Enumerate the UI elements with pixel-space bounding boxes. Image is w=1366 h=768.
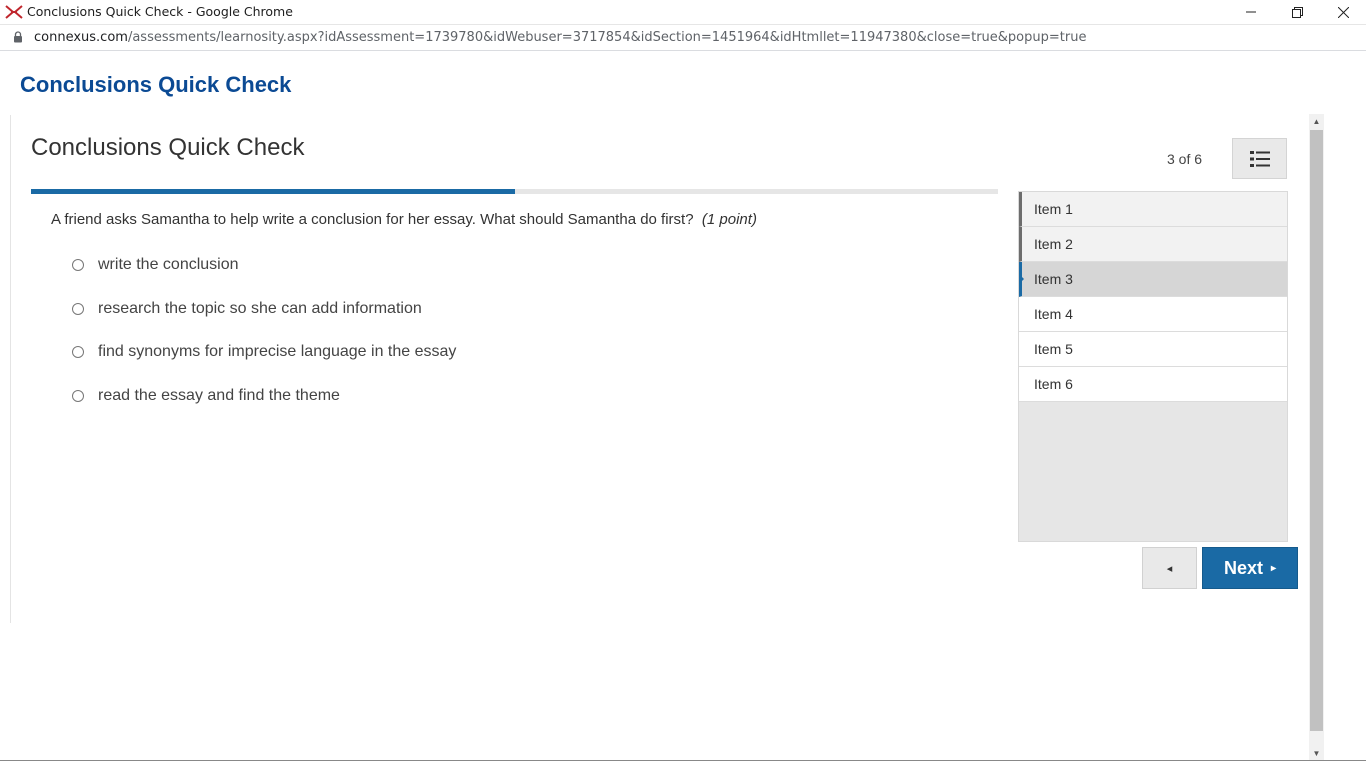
scroll-up-icon[interactable]: ▲ bbox=[1309, 114, 1324, 129]
page-heading: Conclusions Quick Check bbox=[20, 72, 292, 97]
item-label: Item 2 bbox=[1034, 236, 1073, 252]
item-label: Item 3 bbox=[1034, 271, 1073, 287]
radio-button[interactable] bbox=[72, 389, 84, 402]
answer-option-label: write the conclusion bbox=[98, 256, 239, 273]
next-button[interactable]: Next ▸ bbox=[1202, 547, 1298, 589]
current-item-pointer-icon bbox=[1019, 274, 1024, 284]
lock-icon bbox=[14, 31, 22, 43]
url-path: /assessments/learnosity.aspx?idAssessmen… bbox=[127, 30, 1087, 45]
answer-options: write the conclusion research the topic … bbox=[72, 252, 456, 426]
radio-button[interactable] bbox=[72, 259, 84, 271]
answer-option[interactable]: research the topic so she can add inform… bbox=[72, 296, 456, 340]
item-list-entry-2[interactable]: Item 2 bbox=[1019, 227, 1287, 262]
close-window-button[interactable] bbox=[1320, 0, 1366, 24]
item-label: Item 1 bbox=[1034, 201, 1073, 217]
previous-arrow-icon: ◂ bbox=[1166, 562, 1173, 575]
minimize-button[interactable] bbox=[1228, 0, 1274, 24]
radio-button[interactable] bbox=[72, 302, 84, 315]
item-menu-toggle-button[interactable] bbox=[1232, 138, 1287, 179]
restore-icon bbox=[1291, 6, 1303, 18]
radio-button[interactable] bbox=[72, 346, 84, 358]
answer-option[interactable]: write the conclusion bbox=[72, 252, 456, 296]
progress-bar bbox=[31, 189, 998, 194]
url-text[interactable]: connexus.com/assessments/learnosity.aspx… bbox=[34, 30, 1086, 45]
answer-option-label: research the topic so she can add inform… bbox=[98, 299, 422, 317]
progress-fill bbox=[31, 189, 515, 194]
question-text: A friend asks Samantha to help write a c… bbox=[51, 211, 757, 228]
close-icon bbox=[1337, 6, 1349, 18]
question-stem: A friend asks Samantha to help write a c… bbox=[51, 211, 694, 228]
scroll-down-icon[interactable]: ▼ bbox=[1309, 746, 1324, 761]
item-list: Item 1 Item 2 Item 3 Item 4 Item 5 Item … bbox=[1018, 191, 1288, 542]
item-label: Item 6 bbox=[1034, 376, 1073, 392]
item-list-entry-5[interactable]: Item 5 bbox=[1019, 332, 1287, 367]
next-arrow-icon: ▸ bbox=[1270, 562, 1277, 574]
item-list-entry-1[interactable]: Item 1 bbox=[1019, 192, 1287, 227]
item-label: Item 4 bbox=[1034, 306, 1073, 322]
answer-option[interactable]: read the essay and find the theme bbox=[72, 383, 456, 427]
question-points: (1 point) bbox=[701, 211, 757, 228]
restore-button[interactable] bbox=[1274, 0, 1320, 24]
page-scrollbar[interactable]: ▲ ▼ bbox=[1309, 114, 1324, 761]
scrollbar-thumb[interactable] bbox=[1310, 130, 1323, 731]
item-counter: 3 of 6 bbox=[1167, 151, 1203, 167]
item-list-entry-6[interactable]: Item 6 bbox=[1019, 367, 1287, 402]
item-list-entry-4[interactable]: Item 4 bbox=[1019, 297, 1287, 332]
window-titlebar: Conclusions Quick Check - Google Chrome bbox=[0, 0, 1366, 25]
list-icon bbox=[1249, 150, 1270, 167]
url-host: connexus.com bbox=[34, 30, 128, 45]
next-button-label: Next bbox=[1223, 557, 1263, 578]
item-label: Item 5 bbox=[1034, 341, 1073, 357]
answer-option-label: read the essay and find the theme bbox=[98, 386, 340, 404]
assessment-title: Conclusions Quick Check bbox=[31, 134, 305, 161]
item-list-entry-3[interactable]: Item 3 bbox=[1019, 262, 1287, 297]
window-bottom-edge bbox=[0, 760, 1366, 761]
address-bar[interactable]: connexus.com/assessments/learnosity.aspx… bbox=[0, 25, 1366, 51]
answer-option[interactable]: find synonyms for imprecise language in … bbox=[72, 339, 456, 383]
previous-button[interactable]: ◂ bbox=[1142, 547, 1197, 589]
window-title: Conclusions Quick Check - Google Chrome bbox=[27, 4, 293, 19]
connexus-logo-icon bbox=[5, 5, 23, 19]
minimize-icon bbox=[1246, 11, 1256, 13]
answer-option-label: find synonyms for imprecise language in … bbox=[98, 343, 457, 360]
